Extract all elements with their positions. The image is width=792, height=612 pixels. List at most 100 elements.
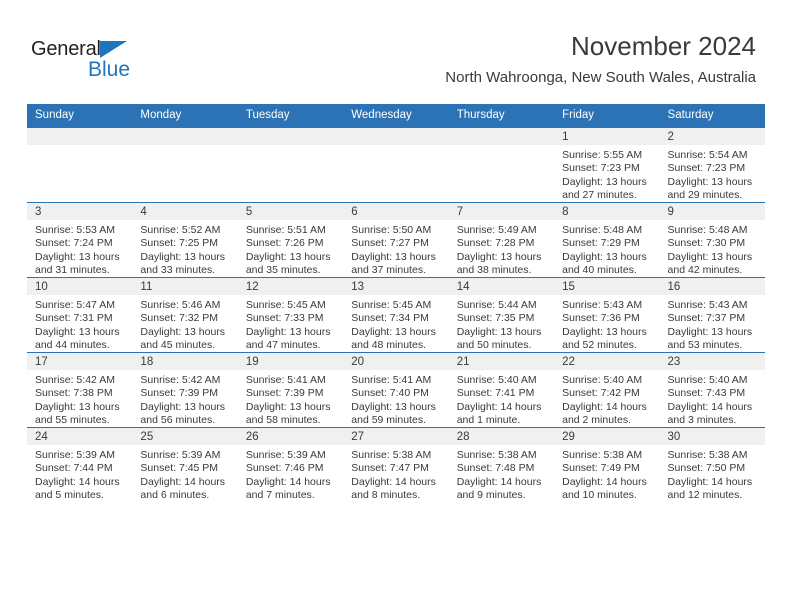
day-details: Sunrise: 5:40 AM Sunset: 7:42 PM Daylight:… xyxy=(554,370,659,428)
day-cell-21: 21 Sunrise: 5:40 AM Sunset: 7:41 PM Dayligh… xyxy=(448,353,555,428)
daylight-duration: Daylight: 14 hours and 8 minutes. xyxy=(351,475,436,502)
calendar-day-cell: 5 Sunrise: 5:51 AM Sunset: 7:26 PM Daylight… xyxy=(237,202,344,278)
day-cell-2: 2 Sunrise: 5:54 AM Sunset: 7:23 PM Daylight… xyxy=(659,128,765,203)
day-number: 22 xyxy=(554,353,660,370)
sunset-time: Sunset: 7:25 PM xyxy=(140,237,219,250)
day-number: 21 xyxy=(448,353,555,370)
sunrise-time: Sunrise: 5:44 AM xyxy=(456,299,537,311)
day-cell-14: 14 Sunrise: 5:44 AM Sunset: 7:35 PM Dayligh… xyxy=(448,278,555,352)
page-title: November 2024 xyxy=(571,31,756,61)
day-number: 8 xyxy=(554,203,660,220)
day-cell-27: 27 Sunrise: 5:38 AM Sunset: 7:47 PM Dayligh… xyxy=(343,428,449,502)
day-number: 30 xyxy=(659,428,765,445)
day-details: Sunrise: 5:40 AM Sunset: 7:43 PM Daylight:… xyxy=(660,370,765,428)
day-cell-17: 17 Sunrise: 5:42 AM Sunset: 7:38 PM Dayligh… xyxy=(27,353,133,427)
sunrise-time: Sunrise: 5:48 AM xyxy=(562,224,643,236)
sunset-time: Sunset: 7:37 PM xyxy=(667,312,746,325)
sunrise-time: Sunrise: 5:39 AM xyxy=(35,449,115,461)
daylight-duration: Daylight: 13 hours and 31 minutes. xyxy=(35,250,120,277)
day-number: 6 xyxy=(343,203,449,220)
day-details: Sunrise: 5:39 AM Sunset: 7:46 PM Daylight:… xyxy=(238,445,343,503)
daylight-duration: Daylight: 13 hours and 40 minutes. xyxy=(562,250,647,277)
calendar-day-cell: 11 Sunrise: 5:46 AM Sunset: 7:32 PM Dayligh… xyxy=(132,277,238,353)
calendar-day-cell: 22 Sunrise: 5:40 AM Sunset: 7:42 PM Dayligh… xyxy=(554,352,660,428)
daylight-duration: Daylight: 14 hours and 2 minutes. xyxy=(562,400,647,427)
day-cell-19: 19 Sunrise: 5:41 AM Sunset: 7:39 PM Dayligh… xyxy=(237,353,344,427)
day-cell-24: 24 Sunrise: 5:39 AM Sunset: 7:44 PM Dayligh… xyxy=(27,428,133,503)
day-details: Sunrise: 5:40 AM Sunset: 7:41 PM Daylight:… xyxy=(449,370,554,428)
day-number: 15 xyxy=(554,278,660,295)
sunrise-time: Sunrise: 5:48 AM xyxy=(667,224,748,236)
day-number: 27 xyxy=(343,428,449,445)
day-number: 10 xyxy=(27,278,133,295)
day-details: Sunrise: 5:51 AM Sunset: 7:26 PM Daylight:… xyxy=(238,220,343,278)
day-cell-20: 20 Sunrise: 5:41 AM Sunset: 7:40 PM Dayligh… xyxy=(343,353,449,427)
day-cell-29: 29 Sunrise: 5:38 AM Sunset: 7:49 PM Dayligh… xyxy=(554,428,660,502)
calendar-week-row: 17 Sunrise: 5:42 AM Sunset: 7:38 PM Dayligh… xyxy=(27,352,765,428)
calendar-day-cell xyxy=(132,127,238,203)
sunset-time: Sunset: 7:45 PM xyxy=(140,462,219,475)
sunset-time: Sunset: 7:28 PM xyxy=(456,237,535,250)
sunset-time: Sunset: 7:31 PM xyxy=(35,312,113,325)
calendar-week-row: 1 Sunrise: 5:55 AM Sunset: 7:23 PM Daylight… xyxy=(27,127,765,203)
calendar-day-cell: 26 Sunrise: 5:39 AM Sunset: 7:46 PM Dayligh… xyxy=(237,427,344,503)
calendar-day-cell: 30 Sunrise: 5:38 AM Sunset: 7:50 PM Dayligh… xyxy=(659,427,765,502)
day-number xyxy=(343,128,449,145)
day-details: Sunrise: 5:39 AM Sunset: 7:44 PM Daylight:… xyxy=(27,445,132,503)
sunrise-time: Sunrise: 5:55 AM xyxy=(562,149,643,161)
sunset-time: Sunset: 7:29 PM xyxy=(562,237,640,250)
daylight-duration: Daylight: 13 hours and 48 minutes. xyxy=(351,325,436,352)
day-cell-6: 6 Sunrise: 5:50 AM Sunset: 7:27 PM Daylight… xyxy=(343,203,449,277)
day-number: 17 xyxy=(27,353,133,370)
sunrise-time: Sunrise: 5:39 AM xyxy=(140,449,221,461)
sunrise-time: Sunrise: 5:40 AM xyxy=(667,374,748,386)
daylight-duration: Daylight: 13 hours and 42 minutes. xyxy=(667,250,753,277)
day-cell-26: 26 Sunrise: 5:39 AM Sunset: 7:46 PM Dayligh… xyxy=(237,428,344,503)
daylight-duration: Daylight: 13 hours and 53 minutes. xyxy=(667,325,753,352)
day-details: Sunrise: 5:54 AM Sunset: 7:23 PM Daylight:… xyxy=(660,145,765,203)
day-cell-8: 8 Sunrise: 5:48 AM Sunset: 7:29 PM Daylight… xyxy=(554,203,660,278)
sunset-time: Sunset: 7:39 PM xyxy=(245,387,324,400)
day-number: 9 xyxy=(659,203,765,220)
sunset-time: Sunset: 7:34 PM xyxy=(351,312,429,325)
sunset-time: Sunset: 7:36 PM xyxy=(562,312,640,325)
daylight-duration: Daylight: 13 hours and 45 minutes. xyxy=(140,325,226,352)
calendar-day-cell xyxy=(343,127,449,203)
day-cell-1: 1 Sunrise: 5:55 AM Sunset: 7:23 PM Daylight… xyxy=(554,128,660,203)
daylight-duration: Daylight: 13 hours and 37 minutes. xyxy=(351,250,436,277)
calendar-day-cell: 27 Sunrise: 5:38 AM Sunset: 7:47 PM Dayligh… xyxy=(343,427,449,502)
day-details: Sunrise: 5:48 AM Sunset: 7:29 PM Daylight:… xyxy=(554,220,659,278)
sunset-time: Sunset: 7:27 PM xyxy=(351,237,429,250)
sunset-time: Sunset: 7:48 PM xyxy=(456,462,535,475)
daylight-duration: Daylight: 14 hours and 1 minute. xyxy=(456,400,542,427)
day-cell-13: 13 Sunrise: 5:45 AM Sunset: 7:34 PM Dayligh… xyxy=(343,278,449,352)
day-cell-16: 16 Sunrise: 5:43 AM Sunset: 7:37 PM Dayligh… xyxy=(659,278,765,352)
calendar-day-cell: 24 Sunrise: 5:39 AM Sunset: 7:44 PM Dayligh… xyxy=(27,427,133,503)
sunset-time: Sunset: 7:40 PM xyxy=(351,387,429,400)
day-number: 1 xyxy=(554,128,660,145)
sunrise-time: Sunrise: 5:50 AM xyxy=(351,224,432,236)
title-block: November 2024 North Wahroonga, New South… xyxy=(445,30,756,88)
sunset-time: Sunset: 7:49 PM xyxy=(562,462,640,475)
day-details: Sunrise: 5:55 AM Sunset: 7:23 PM Daylight:… xyxy=(554,145,659,203)
logo-triangle-icon xyxy=(100,41,127,58)
sunrise-time: Sunrise: 5:41 AM xyxy=(351,374,432,386)
sunrise-time: Sunrise: 5:47 AM xyxy=(35,299,115,311)
calendar-day-cell: 10 Sunrise: 5:47 AM Sunset: 7:31 PM Dayligh… xyxy=(27,277,133,353)
sunrise-time: Sunrise: 5:42 AM xyxy=(35,374,115,386)
calendar-day-cell xyxy=(27,127,133,203)
day-number xyxy=(448,128,555,145)
day-number: 3 xyxy=(27,203,133,220)
sunrise-time: Sunrise: 5:38 AM xyxy=(456,449,537,461)
day-details: Sunrise: 5:53 AM Sunset: 7:24 PM Daylight:… xyxy=(27,220,132,278)
day-number xyxy=(132,128,238,145)
daylight-duration: Daylight: 13 hours and 59 minutes. xyxy=(351,400,436,427)
sunrise-time: Sunrise: 5:38 AM xyxy=(667,449,748,461)
daylight-duration: Daylight: 14 hours and 3 minutes. xyxy=(667,400,753,427)
day-cell-22: 22 Sunrise: 5:40 AM Sunset: 7:42 PM Dayligh… xyxy=(554,353,660,428)
sunrise-time: Sunrise: 5:46 AM xyxy=(140,299,221,311)
daylight-duration: Daylight: 13 hours and 44 minutes. xyxy=(35,325,120,352)
day-number: 29 xyxy=(554,428,660,445)
calendar-week-row: 10 Sunrise: 5:47 AM Sunset: 7:31 PM Dayligh… xyxy=(27,277,765,353)
calendar-week-row: 3 Sunrise: 5:53 AM Sunset: 7:24 PM Daylight… xyxy=(27,202,765,278)
